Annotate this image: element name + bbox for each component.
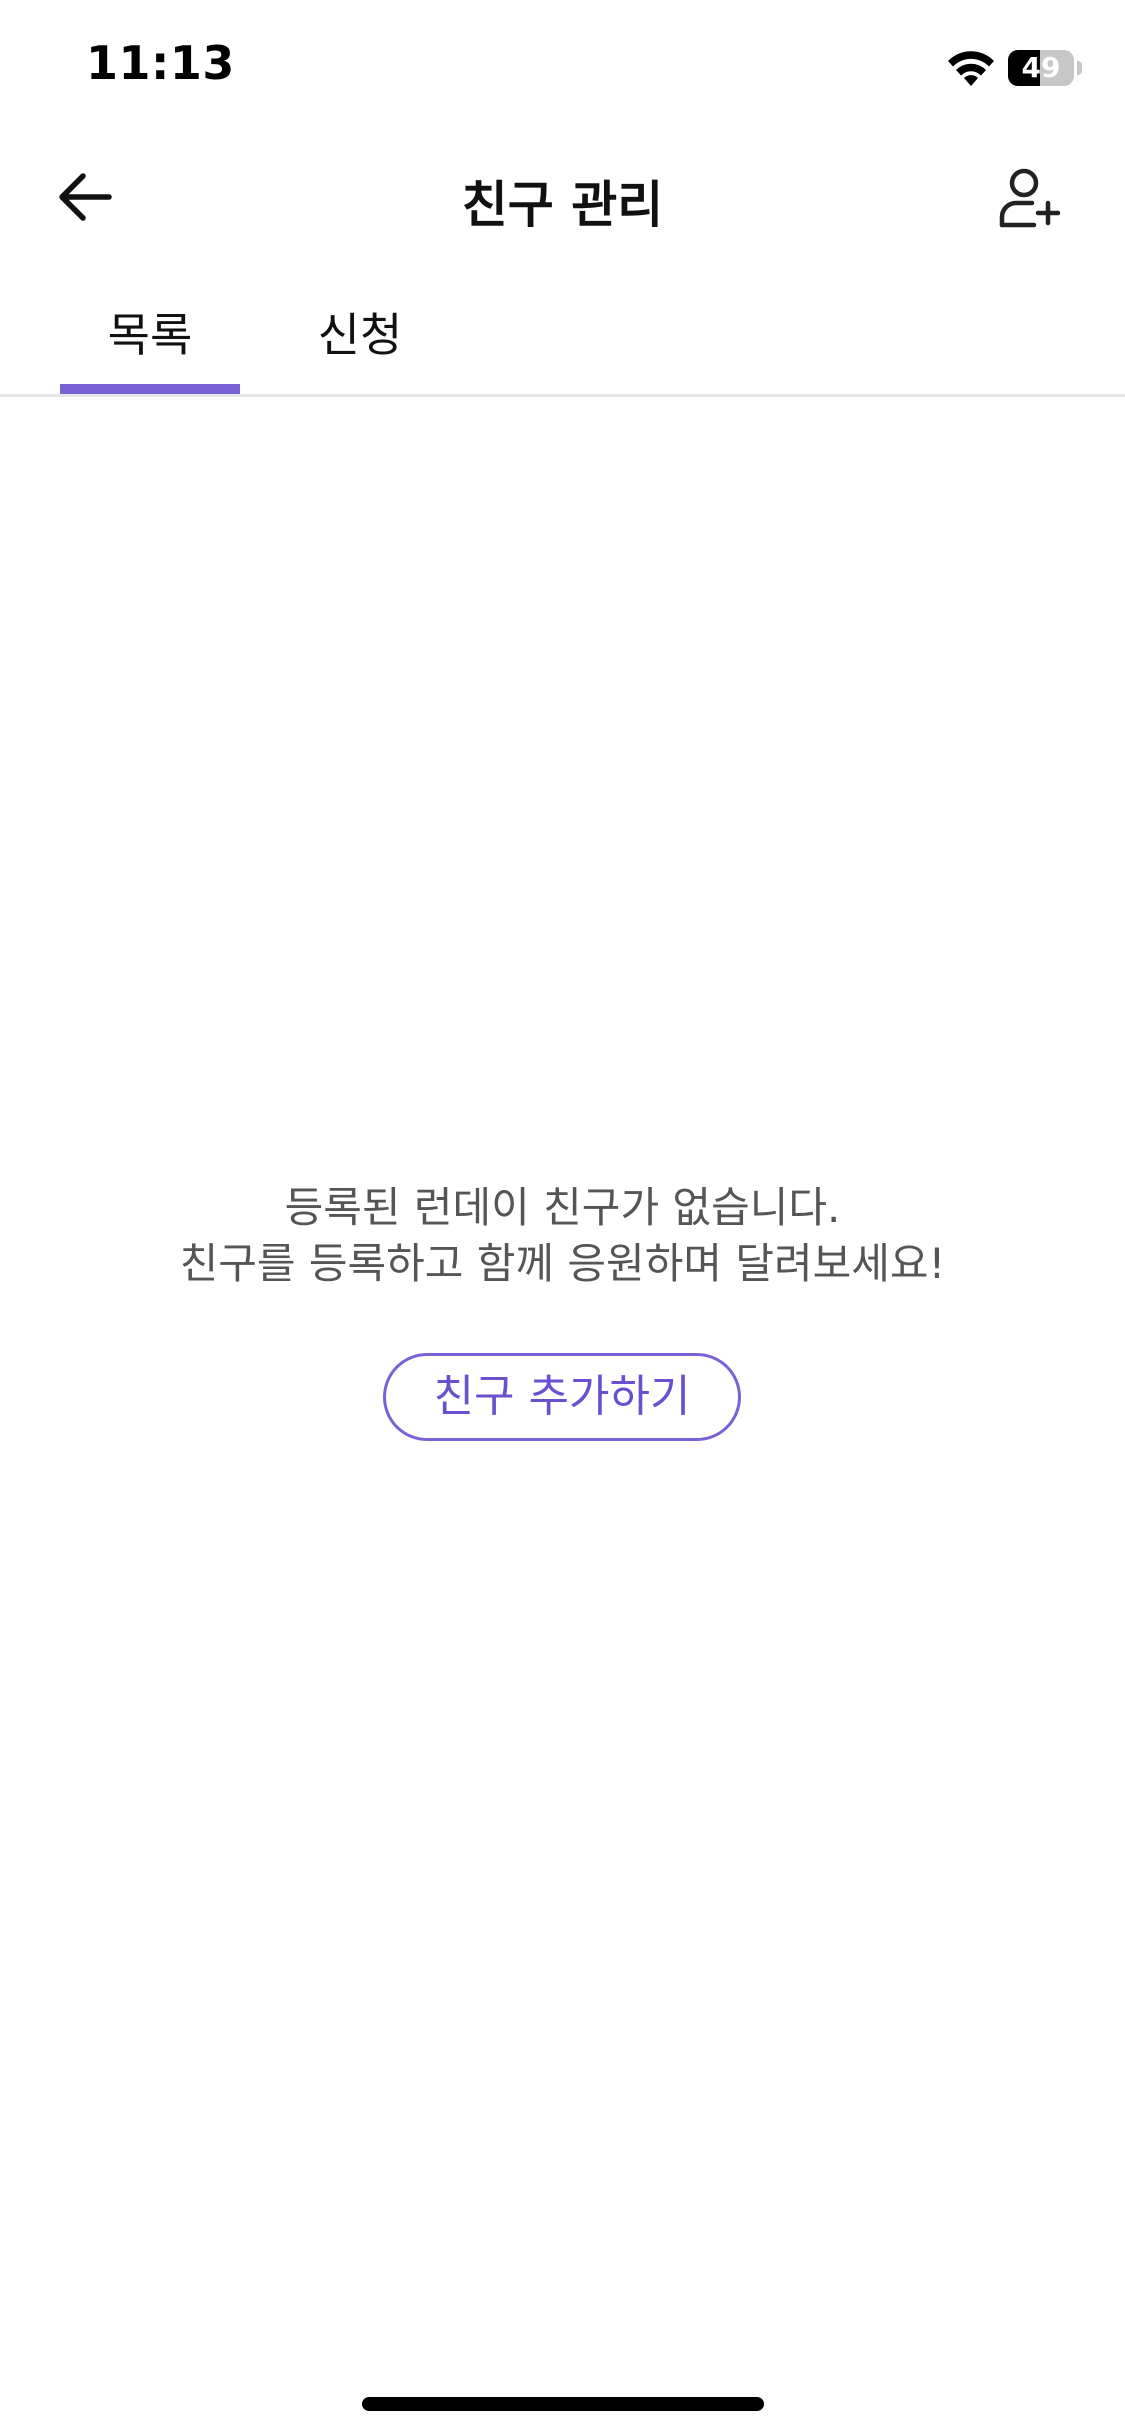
- add-friend-button[interactable]: 친구 추가하기: [383, 1353, 741, 1441]
- page-title: 친구 관리: [461, 176, 664, 234]
- app-header: 친구 관리: [0, 135, 1125, 260]
- tab-bar: 목록 신청: [0, 290, 1125, 397]
- status-bar: 11:13 49: [0, 0, 1125, 135]
- empty-state-message: 등록된 런데이 친구가 없습니다.: [284, 1183, 841, 1232]
- wifi-icon: [948, 51, 994, 86]
- tab-list[interactable]: 목록: [60, 290, 240, 394]
- empty-state: 등록된 런데이 친구가 없습니다. 친구를 등록하고 함께 응원하며 달려보세요…: [0, 1180, 1125, 1292]
- add-friend-header-button[interactable]: [985, 157, 1075, 237]
- home-indicator[interactable]: [362, 2397, 764, 2411]
- battery-level: 49: [1021, 51, 1061, 84]
- status-time: 11:13: [86, 36, 235, 90]
- battery-cap: [1077, 61, 1082, 75]
- user-plus-icon: [999, 168, 1061, 228]
- empty-state-submessage: 친구를 등록하고 함께 응원하며 달려보세요!: [179, 1239, 946, 1288]
- active-tab-indicator: [60, 384, 240, 394]
- battery-icon: 49: [1008, 50, 1074, 86]
- tab-request[interactable]: 신청: [300, 290, 420, 394]
